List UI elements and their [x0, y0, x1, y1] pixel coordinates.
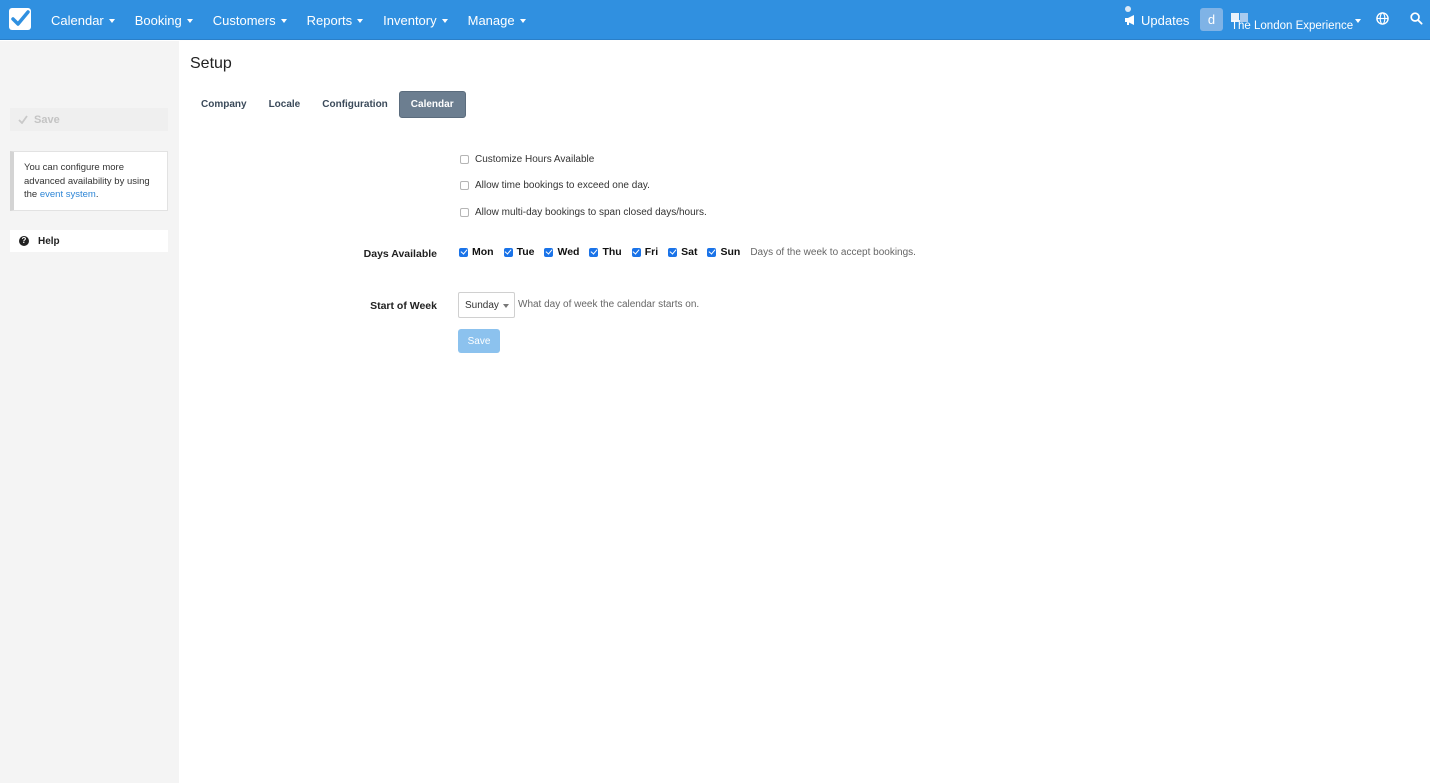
customize-hours-label: Customize Hours Available	[475, 154, 595, 165]
sidebar-save-button[interactable]: Save	[10, 108, 168, 131]
notification-dot	[1125, 6, 1131, 12]
question-circle-icon: ?	[19, 236, 29, 246]
day-tue-label: Tue	[516, 246, 535, 258]
setup-tabs: Company Locale Configuration Calendar	[190, 91, 466, 118]
day-mon-label: Mon	[472, 246, 494, 258]
help-label: Help	[38, 235, 60, 247]
save-button[interactable]: Save	[458, 329, 500, 353]
globe-icon[interactable]	[1376, 12, 1389, 25]
event-system-link[interactable]: event system	[40, 189, 96, 200]
tab-locale[interactable]: Locale	[258, 91, 312, 118]
note-tail: .	[95, 189, 99, 200]
days-available-label: Days Available	[363, 248, 437, 260]
day-sun-checkbox[interactable]	[707, 247, 717, 257]
day-thu[interactable]: Thu	[589, 246, 622, 258]
day-sat-label: Sat	[681, 246, 698, 258]
nav-inventory[interactable]: Inventory	[383, 12, 448, 28]
chevron-down-icon[interactable]	[1355, 19, 1361, 23]
nav-booking-label: Booking	[134, 12, 182, 28]
chevron-down-icon	[280, 18, 287, 23]
main-nav: Calendar Booking Customers Reports Inven…	[51, 0, 546, 40]
availability-note: You can configure more advanced availabi…	[10, 151, 168, 211]
company-name[interactable]: The London Experience	[1231, 20, 1353, 32]
chevron-down-icon	[108, 18, 115, 23]
day-sun-label: Sun	[720, 246, 741, 258]
exceed-one-day-label: Allow time bookings to exceed one day.	[475, 180, 650, 191]
customize-hours-checkbox[interactable]	[460, 155, 469, 164]
nav-reports[interactable]: Reports	[307, 13, 364, 28]
chevron-down-icon	[441, 18, 448, 23]
nav-manage[interactable]: Manage	[468, 13, 526, 28]
exceed-one-day-option[interactable]: Allow time bookings to exceed one day.	[460, 180, 650, 191]
updates-button[interactable]: Updates	[1124, 6, 1189, 34]
search-icon[interactable]	[1410, 12, 1423, 25]
tab-company[interactable]: Company	[190, 91, 258, 118]
day-wed-checkbox[interactable]	[544, 247, 554, 257]
company-logo-icon	[1231, 10, 1249, 22]
span-closed-days-checkbox[interactable]	[460, 208, 469, 217]
week-help-text: What day of week the calendar starts on.	[518, 299, 700, 310]
megaphone-icon	[1125, 15, 1134, 25]
day-fri-label: Fri	[644, 246, 659, 258]
day-tue[interactable]: Tue	[503, 246, 535, 258]
help-button[interactable]: ? Help	[10, 230, 168, 252]
day-thu-label: Thu	[602, 246, 622, 258]
days-available-group: Mon Tue Wed Thu Fri Sat Sun Days of the …	[459, 246, 916, 258]
nav-calendar-label: Calendar	[51, 12, 104, 28]
sidebar: Save You can configure more advanced ava…	[0, 41, 179, 783]
page-title: Setup	[190, 55, 232, 72]
day-sat-checkbox[interactable]	[668, 247, 678, 257]
checkfront-logo-icon[interactable]	[9, 8, 31, 30]
avatar[interactable]: d	[1200, 8, 1223, 31]
exceed-one-day-checkbox[interactable]	[460, 181, 469, 190]
check-icon	[18, 115, 28, 124]
day-fri[interactable]: Fri	[631, 246, 659, 258]
chevron-down-icon	[519, 18, 526, 23]
nav-manage-label: Manage	[467, 12, 515, 28]
tab-calendar[interactable]: Calendar	[398, 91, 466, 118]
nav-customers-label: Customers	[212, 12, 276, 28]
day-tue-checkbox[interactable]	[503, 247, 513, 257]
updates-label: Updates	[1141, 12, 1190, 28]
top-navbar: Calendar Booking Customers Reports Inven…	[0, 0, 1430, 40]
day-fri-checkbox[interactable]	[631, 247, 641, 257]
tab-configuration[interactable]: Configuration	[311, 91, 399, 118]
day-sat[interactable]: Sat	[668, 246, 697, 258]
day-mon-checkbox[interactable]	[459, 247, 468, 257]
day-wed-label: Wed	[557, 246, 580, 258]
day-thu-checkbox[interactable]	[589, 247, 599, 257]
start-of-week-value: Sunday	[465, 299, 499, 311]
start-of-week-label: Start of Week	[370, 300, 437, 312]
customize-hours-option[interactable]: Customize Hours Available	[460, 154, 594, 165]
days-help-text: Days of the week to accept bookings.	[750, 246, 916, 258]
sidebar-save-label: Save	[34, 113, 60, 126]
nav-booking[interactable]: Booking	[135, 13, 193, 28]
day-sun[interactable]: Sun	[707, 246, 740, 258]
day-mon[interactable]: Mon	[459, 246, 494, 258]
span-closed-days-option[interactable]: Allow multi-day bookings to span closed …	[460, 207, 707, 218]
span-closed-days-label: Allow multi-day bookings to span closed …	[475, 207, 707, 218]
chevron-down-icon	[357, 18, 364, 23]
chevron-down-icon	[186, 18, 193, 23]
day-wed[interactable]: Wed	[544, 246, 579, 258]
nav-inventory-label: Inventory	[383, 12, 437, 28]
start-of-week-select[interactable]: Sunday	[458, 292, 515, 318]
chevron-down-icon	[502, 303, 509, 308]
nav-reports-label: Reports	[306, 12, 353, 28]
nav-customers[interactable]: Customers	[213, 13, 287, 28]
nav-calendar[interactable]: Calendar	[51, 13, 115, 28]
